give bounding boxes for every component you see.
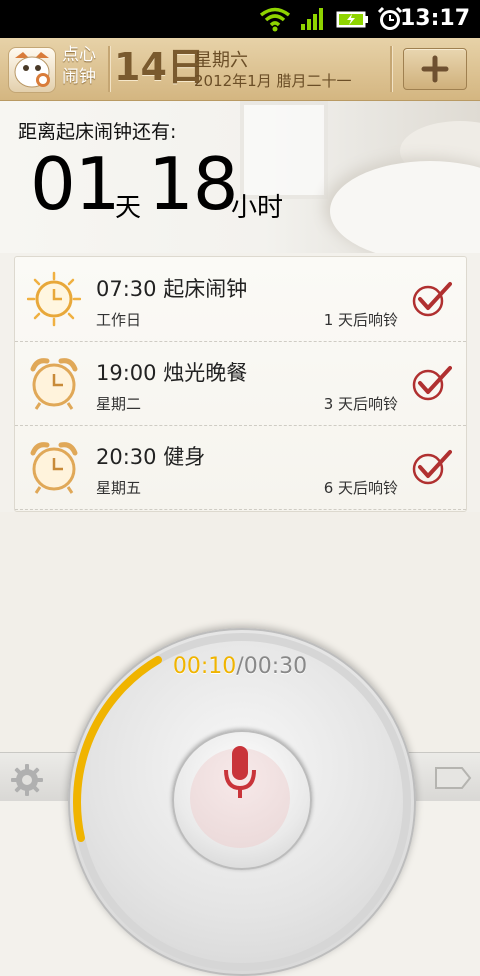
record-elapsed: 00:10	[172, 654, 237, 679]
record-total: 00:30	[243, 654, 308, 679]
header-divider	[108, 46, 111, 92]
add-alarm-button[interactable]	[403, 48, 467, 90]
alarm-enabled-check-icon[interactable]	[410, 365, 452, 401]
current-day: 14日	[114, 45, 205, 89]
alarm-item[interactable]: 20:30 健身 星期五 6 天后响铃	[15, 425, 466, 510]
record-timer: 00:10/00:30	[0, 654, 480, 679]
countdown-banner: 距离起床闹钟还有: 01 天 18 小时	[0, 101, 480, 253]
app-name: 点心闹钟	[62, 45, 96, 87]
alarm-next-ring: 3 天后响铃	[323, 395, 398, 413]
status-time: 13:17	[399, 6, 470, 31]
settings-gear-icon[interactable]	[10, 763, 44, 797]
status-bar: 13:17	[0, 0, 480, 38]
current-date: 2012年1月 腊月二十一	[194, 72, 352, 90]
microphone-icon	[224, 746, 256, 798]
header-divider	[390, 46, 393, 92]
background-pillow	[330, 161, 480, 253]
signal-icon	[301, 8, 323, 30]
countdown-days-unit: 天	[115, 193, 142, 223]
battery-charging-icon	[336, 11, 368, 28]
alarm-enabled-check-icon[interactable]	[410, 449, 452, 485]
alarm-repeat: 星期五	[96, 479, 142, 497]
countdown-days: 01	[30, 142, 121, 226]
alarm-clock-icon	[30, 442, 78, 494]
sunny-alarm-clock-icon	[27, 271, 81, 327]
alarm-list: 07:30 起床闹钟 工作日 1 天后响铃 19:00 烛光晚餐 星期二 3 天…	[14, 256, 467, 512]
app-header: 点心闹钟 14日 星期六 2012年1月 腊月二十一	[0, 38, 480, 101]
current-weekday: 星期六	[194, 50, 248, 71]
alarm-clock-icon	[30, 358, 78, 410]
alarm-item[interactable]: 07:30 起床闹钟 工作日 1 天后响铃	[15, 257, 466, 342]
app-logo-icon	[8, 47, 56, 93]
alarm-title: 07:30 起床闹钟	[96, 277, 248, 301]
plus-icon	[421, 55, 449, 83]
alarm-item[interactable]: 19:00 烛光晚餐 星期二 3 天后响铃	[15, 341, 466, 426]
wifi-icon	[259, 7, 291, 32]
alarm-title: 20:30 健身	[96, 445, 206, 469]
alarm-next-ring: 6 天后响铃	[323, 479, 398, 497]
tag-icon[interactable]	[434, 765, 472, 791]
background-window	[240, 101, 328, 199]
alarm-repeat: 星期二	[96, 395, 142, 413]
countdown-hours-unit: 小时	[231, 193, 284, 223]
alarm-enabled-check-icon[interactable]	[410, 281, 452, 317]
record-separator: /	[236, 654, 244, 679]
alarm-title: 19:00 烛光晚餐	[96, 361, 248, 385]
alarm-next-ring: 1 天后响铃	[323, 311, 398, 329]
alarm-repeat: 工作日	[96, 311, 142, 329]
countdown-hours: 18	[148, 142, 239, 226]
